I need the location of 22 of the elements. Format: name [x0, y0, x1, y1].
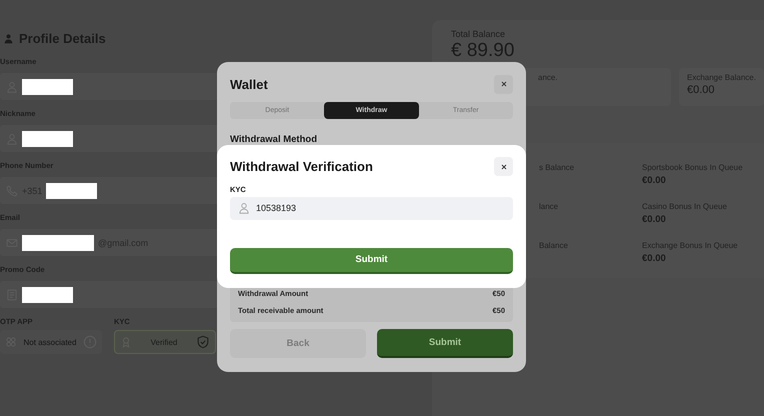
status-text: Not associated	[23, 338, 77, 346]
badge-icon	[120, 336, 132, 348]
close-button[interactable]	[494, 157, 513, 176]
dialog-title: Withdrawal Verification	[230, 159, 373, 174]
submit-button[interactable]: Submit	[230, 248, 513, 274]
back-button[interactable]: Back	[230, 329, 366, 358]
close-icon	[500, 80, 508, 88]
close-icon	[500, 162, 508, 170]
shield-check-icon	[196, 335, 210, 349]
dialog-title: Wallet	[230, 76, 268, 92]
input-field[interactable]: 10538193	[230, 197, 513, 220]
redaction-block	[22, 286, 73, 302]
close-button[interactable]	[494, 74, 513, 94]
section-heading: Withdrawal Method	[230, 134, 318, 145]
person-icon	[3, 32, 14, 44]
submit-button[interactable]: Submit	[377, 329, 513, 358]
redaction-block	[22, 78, 73, 94]
person-icon	[238, 202, 250, 214]
redaction-block	[22, 130, 73, 146]
field-value: 10538193	[256, 203, 296, 214]
redaction-block	[46, 182, 98, 198]
redaction-block	[22, 234, 94, 250]
